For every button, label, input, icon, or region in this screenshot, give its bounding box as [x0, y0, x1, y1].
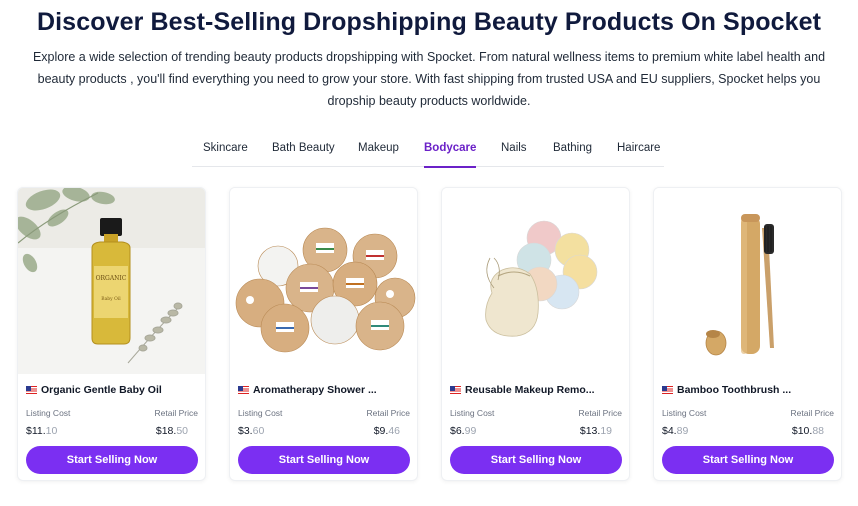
us-flag-icon [450, 386, 461, 394]
tab-bodycare[interactable]: Bodycare [424, 140, 477, 168]
page-title: Discover Best-Selling Dropshipping Beaut… [36, 8, 822, 36]
bottle-label-subtext: Baby Oil [101, 296, 121, 302]
listing-cost-label: Listing Cost [450, 408, 495, 418]
product-name[interactable]: Organic Gentle Baby Oil [26, 384, 201, 396]
product-image-bamboo-toothbrush[interactable] [654, 188, 841, 374]
product-name[interactable]: Aromatherapy Shower ... [238, 384, 413, 396]
tab-bathing[interactable]: Bathing [553, 140, 592, 167]
retail-price-label: Retail Price [578, 408, 622, 418]
product-image-shower-steamers[interactable] [230, 188, 417, 374]
product-card[interactable]: Bamboo Toothbrush ... Listing Cost Retai… [653, 187, 842, 481]
retail-price-label: Retail Price [366, 408, 410, 418]
listing-cost-value: $6.99 [450, 425, 477, 437]
listing-cost-label: Listing Cost [238, 408, 283, 418]
retail-price-value: $10.88 [791, 425, 824, 437]
listing-cost-label: Listing Cost [662, 408, 707, 418]
product-card[interactable]: Aromatherapy Shower ... Listing Cost Ret… [229, 187, 418, 481]
tab-makeup[interactable]: Makeup [358, 140, 399, 167]
start-selling-button[interactable]: Start Selling Now [26, 446, 198, 474]
us-flag-icon [238, 386, 249, 394]
listing-cost-value: $11.10 [26, 425, 58, 437]
bottle-label-text: ORGANIC [96, 275, 127, 282]
product-card[interactable]: ORGANIC Baby Oil Organic Gentle Baby Oil… [17, 187, 206, 481]
product-name[interactable]: Reusable Makeup Remo... [450, 384, 625, 396]
product-card[interactable]: Reusable Makeup Remo... Listing Cost Ret… [441, 187, 630, 481]
us-flag-icon [662, 386, 673, 394]
tab-skincare[interactable]: Skincare [203, 140, 248, 167]
start-selling-button[interactable]: Start Selling Now [238, 446, 410, 474]
listing-cost-value: $3.60 [238, 425, 265, 437]
product-name[interactable]: Bamboo Toothbrush ... [662, 384, 837, 396]
category-tabs: Skincare Bath Beauty Makeup Bodycare Nai… [192, 140, 664, 168]
product-image-makeup-remover-pads[interactable] [442, 188, 629, 374]
tab-bath-beauty[interactable]: Bath Beauty [272, 140, 335, 167]
product-image-baby-oil[interactable]: ORGANIC Baby Oil [18, 188, 205, 374]
retail-price-label: Retail Price [154, 408, 198, 418]
retail-price-value: $18.50 [155, 425, 188, 437]
start-selling-button[interactable]: Start Selling Now [450, 446, 622, 474]
listing-cost-value: $4.89 [662, 425, 689, 437]
tab-nails[interactable]: Nails [501, 140, 527, 167]
us-flag-icon [26, 386, 37, 394]
start-selling-button[interactable]: Start Selling Now [662, 446, 834, 474]
retail-price-label: Retail Price [790, 408, 834, 418]
listing-cost-label: Listing Cost [26, 408, 71, 418]
page-description: Explore a wide selection of trending bea… [32, 50, 826, 108]
retail-price-value: $13.19 [579, 425, 612, 437]
retail-price-value: $9.46 [373, 425, 400, 437]
tab-haircare[interactable]: Haircare [617, 140, 660, 167]
